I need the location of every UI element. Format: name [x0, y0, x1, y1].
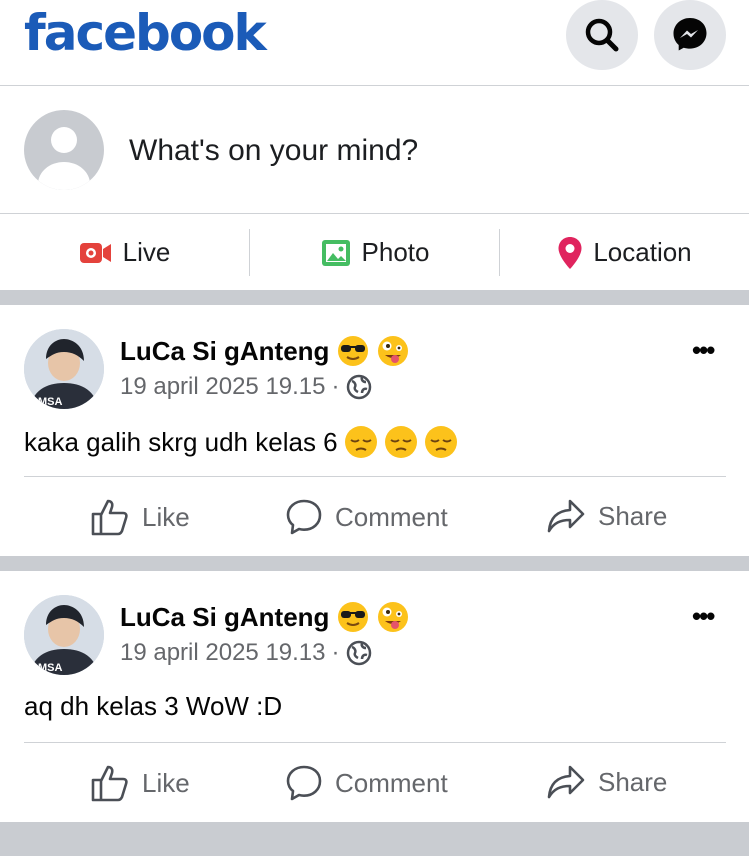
facebook-logo[interactable]: facebook: [24, 4, 267, 62]
share-button[interactable]: Share: [546, 498, 667, 534]
post-divider: [24, 742, 726, 743]
share-arrow-icon: [547, 765, 585, 799]
meta-dot: ·: [331, 373, 340, 400]
post-timestamp[interactable]: 19 april 2025 19.15: [120, 373, 326, 401]
comment-label: Comment: [335, 501, 448, 532]
post-text: aq dh kelas 3 WoW :D: [24, 691, 282, 722]
post-text-content: aq dh kelas 3 WoW :D: [24, 691, 283, 721]
author-avatar[interactable]: MSA: [24, 595, 104, 675]
profile-photo: MSA: [24, 329, 104, 409]
share-arrow-icon: [547, 499, 585, 533]
location-pin-icon: [558, 236, 582, 269]
like-button[interactable]: Like: [90, 764, 190, 802]
live-button[interactable]: Live: [0, 215, 249, 290]
comment-button[interactable]: Comment: [285, 498, 448, 536]
user-avatar[interactable]: [24, 110, 104, 190]
sunglasses-emoji-icon: [338, 336, 369, 366]
more-options-button[interactable]: •••: [692, 335, 715, 366]
search-button[interactable]: [566, 0, 638, 70]
author-avatar[interactable]: MSA: [24, 329, 104, 409]
comment-bubble-icon: [286, 499, 322, 535]
pensive-emoji-icon: [344, 426, 377, 458]
live-label: Live: [122, 237, 171, 267]
comment-label: Comment: [335, 767, 448, 798]
pensive-emoji-icon: [384, 426, 417, 458]
zany-face-emoji-icon: [378, 602, 409, 632]
section-separator: [0, 556, 749, 571]
more-options-button[interactable]: •••: [692, 601, 715, 632]
like-label: Like: [142, 767, 190, 798]
author-name-text: LuCa Si gAnteng: [120, 335, 330, 366]
location-label: Location: [593, 237, 692, 267]
post-meta: 19 april 2025 19.13 ·: [120, 639, 372, 667]
author-name[interactable]: LuCa Si gAnteng: [120, 601, 409, 633]
section-separator: [0, 290, 749, 305]
post-card: MSA LuCa Si gAnteng 19 april 2025 19.15 …: [0, 305, 749, 556]
share-button[interactable]: Share: [546, 764, 667, 800]
search-icon: [585, 18, 619, 52]
globe-icon: [346, 640, 371, 666]
photo-button[interactable]: Photo: [250, 215, 499, 290]
svg-text:MSA: MSA: [38, 396, 63, 408]
comment-bubble-icon: [286, 765, 322, 801]
photo-label: Photo: [361, 237, 430, 267]
zany-face-emoji-icon: [378, 336, 409, 366]
thumbs-up-icon: [91, 765, 128, 802]
default-avatar-icon: [38, 127, 90, 190]
video-camera-icon: [79, 242, 111, 263]
svg-text:MSA: MSA: [38, 662, 63, 674]
composer-input[interactable]: What's on your mind?: [129, 134, 418, 168]
author-name[interactable]: LuCa Si gAnteng: [120, 335, 409, 367]
sunglasses-emoji-icon: [338, 602, 369, 632]
post-meta: 19 april 2025 19.15 ·: [120, 373, 372, 401]
comment-button[interactable]: Comment: [285, 764, 448, 802]
share-label: Share: [598, 500, 668, 531]
composer: What's on your mind?: [0, 86, 749, 214]
share-label: Share: [598, 766, 668, 797]
post-divider: [24, 476, 726, 477]
pensive-emoji-icon: [424, 426, 457, 458]
section-separator: [0, 822, 749, 856]
messenger-button[interactable]: [654, 0, 726, 70]
author-name-text: LuCa Si gAnteng: [120, 601, 330, 632]
profile-photo: MSA: [24, 595, 104, 675]
photo-icon: [321, 239, 350, 266]
meta-dot: ·: [331, 639, 340, 666]
composer-actions: Live Photo Location: [0, 215, 749, 290]
like-label: Like: [142, 501, 190, 532]
post-text-content: kaka galih skrg udh kelas 6: [24, 426, 338, 457]
like-button[interactable]: Like: [90, 498, 190, 536]
globe-icon: [346, 374, 371, 400]
location-button[interactable]: Location: [500, 215, 749, 290]
messenger-icon: [673, 18, 707, 51]
top-bar: facebook: [0, 0, 749, 86]
post-timestamp[interactable]: 19 april 2025 19.13: [120, 639, 326, 667]
post-text: kaka galih skrg udh kelas 6: [24, 425, 458, 459]
thumbs-up-icon: [91, 499, 128, 536]
post-card: MSA LuCa Si gAnteng 19 april 2025 19.13 …: [0, 571, 749, 822]
